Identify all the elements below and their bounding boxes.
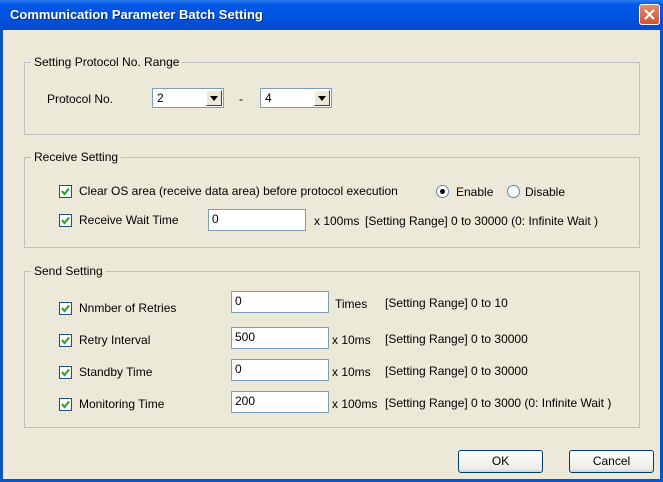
retries-range: [Setting Range] 0 to 10: [385, 296, 508, 310]
window-title: Communication Parameter Batch Setting: [10, 7, 263, 22]
retry-interval-range: [Setting Range] 0 to 30000: [385, 332, 528, 346]
clear-os-label[interactable]: Clear OS area (receive data area) before…: [79, 183, 398, 199]
monitoring-time-checkbox[interactable]: [59, 398, 72, 411]
retry-interval-label[interactable]: Retry Interval: [79, 332, 150, 348]
standby-time-unit: x 10ms: [332, 365, 371, 379]
clear-os-checkbox[interactable]: [59, 185, 72, 198]
retry-interval-unit: x 10ms: [332, 333, 371, 347]
retries-label[interactable]: Nnmber of Retries: [79, 300, 176, 316]
protocol-from-value: 2: [157, 91, 164, 105]
protocol-no-label: Protocol No.: [47, 92, 114, 106]
range-separator: -: [239, 92, 243, 106]
checkmark-icon: [61, 216, 70, 225]
retries-checkbox[interactable]: [59, 302, 72, 315]
receive-wait-checkbox[interactable]: [59, 214, 72, 227]
checkmark-icon: [61, 368, 70, 377]
protocol-to-select[interactable]: 4: [260, 88, 332, 108]
checkmark-icon: [61, 400, 70, 409]
protocol-to-value: 4: [265, 91, 272, 105]
chevron-down-icon: [318, 96, 326, 101]
monitoring-time-unit: x 100ms: [332, 397, 378, 411]
dialog-window: Communication Parameter Batch Setting Se…: [0, 0, 663, 482]
monitoring-time-input[interactable]: 200: [231, 391, 329, 413]
protocol-range-legend: Setting Protocol No. Range: [34, 55, 180, 69]
chevron-down-icon: [210, 96, 218, 101]
receive-wait-input[interactable]: 0: [208, 209, 306, 231]
send-setting-legend: Send Setting: [34, 264, 103, 278]
close-button[interactable]: [639, 4, 660, 25]
receive-wait-range: [Setting Range] 0 to 30000 (0: Infinite …: [365, 214, 599, 228]
standby-time-input[interactable]: 0: [231, 359, 329, 381]
receive-setting-legend: Receive Setting: [34, 150, 119, 164]
cancel-button[interactable]: Cancel: [569, 450, 654, 473]
receive-wait-unit: x 100ms: [314, 214, 360, 228]
protocol-to-dropdown-button[interactable]: [314, 90, 330, 106]
checkmark-icon: [61, 336, 70, 345]
retry-interval-input[interactable]: 500: [231, 327, 329, 349]
title-bar[interactable]: Communication Parameter Batch Setting: [0, 0, 663, 30]
radio-selected-dot: [440, 189, 445, 194]
protocol-from-dropdown-button[interactable]: [206, 90, 222, 106]
protocol-from-select[interactable]: 2: [152, 88, 224, 108]
close-icon: [644, 9, 655, 20]
standby-time-label[interactable]: Standby Time: [79, 364, 152, 380]
checkmark-icon: [61, 304, 70, 313]
retry-interval-checkbox[interactable]: [59, 334, 72, 347]
receive-wait-label[interactable]: Receive Wait Time: [79, 212, 179, 228]
ok-button[interactable]: OK: [458, 450, 543, 473]
retries-unit: Times: [335, 297, 368, 311]
monitoring-time-range: [Setting Range] 0 to 3000 (0: Infinite W…: [385, 396, 612, 410]
standby-time-range: [Setting Range] 0 to 30000: [385, 364, 528, 378]
disable-radio[interactable]: [507, 185, 520, 198]
enable-radio[interactable]: [436, 185, 449, 198]
checkmark-icon: [61, 187, 70, 196]
disable-label[interactable]: Disable: [525, 184, 565, 200]
standby-time-checkbox[interactable]: [59, 366, 72, 379]
protocol-range-group: Setting Protocol No. Range: [24, 55, 640, 135]
monitoring-time-label[interactable]: Monitoring Time: [79, 396, 164, 412]
retries-input[interactable]: 0: [231, 291, 329, 313]
enable-label[interactable]: Enable: [456, 184, 493, 200]
